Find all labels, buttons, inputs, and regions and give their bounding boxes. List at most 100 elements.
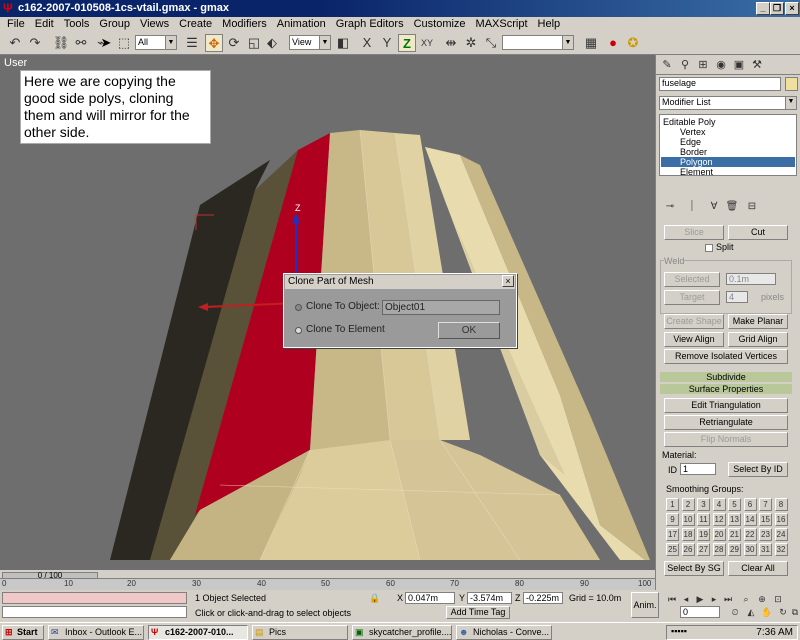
current-frame-field[interactable]: 0 <box>680 606 720 618</box>
smoothing-group-button[interactable]: 31 <box>759 543 772 556</box>
y-coord-field[interactable]: -3.574m <box>467 592 512 604</box>
utilities-tab-icon[interactable]: ⚒ <box>748 56 766 74</box>
menu-animation[interactable]: Animation <box>272 17 331 31</box>
user-viewport[interactable]: Z User Here we are copying the good side… <box>0 55 655 570</box>
clone-to-object-radio[interactable] <box>295 304 302 311</box>
split-checkbox[interactable] <box>705 244 713 252</box>
smoothing-group-button[interactable]: 21 <box>728 528 741 541</box>
subdivide-rollout[interactable]: Subdivide <box>660 372 792 382</box>
smoothing-group-button[interactable]: 17 <box>666 528 679 541</box>
animate-toggle[interactable]: Anim. <box>631 592 659 618</box>
z-coord-field[interactable]: -0.225m <box>523 592 563 604</box>
maxscript-input[interactable] <box>2 606 187 618</box>
menu-help[interactable]: Help <box>533 17 566 31</box>
select-by-id-button[interactable]: Select By ID <box>728 462 788 477</box>
restrict-x-icon[interactable]: X <box>358 34 376 52</box>
object-name-input[interactable]: fuselage <box>659 77 781 91</box>
smoothing-group-button[interactable]: 25 <box>666 543 679 556</box>
scale-flyout-icon[interactable]: ⬖ <box>263 34 281 52</box>
clone-to-element-radio[interactable] <box>295 327 302 334</box>
task-pics[interactable]: ▤ Pics <box>252 625 348 640</box>
maxscript-listener[interactable] <box>2 592 187 604</box>
dialog-close-button[interactable]: × <box>502 275 514 287</box>
align-icon[interactable]: ⤡ <box>482 34 500 52</box>
surface-properties-rollout[interactable]: Surface Properties <box>660 384 792 394</box>
create-shape-button[interactable]: Create Shape <box>664 314 724 329</box>
retriangulate-button[interactable]: Retriangulate <box>664 415 788 430</box>
smoothing-group-button[interactable]: 4 <box>712 498 726 511</box>
maximize-viewport-icon[interactable]: ⧉ <box>786 603 800 621</box>
unlink-icon[interactable]: ⚯ <box>72 34 90 52</box>
smoothing-group-button[interactable]: 19 <box>697 528 710 541</box>
modify-tab-icon[interactable]: ⚲ <box>676 56 694 74</box>
smoothing-group-button[interactable]: 30 <box>743 543 757 556</box>
smoothing-group-button[interactable]: 8 <box>774 498 788 511</box>
make-planar-button[interactable]: Make Planar <box>728 314 788 329</box>
smoothing-group-button[interactable]: 18 <box>681 528 695 541</box>
mirror-icon[interactable]: ⇹ <box>442 34 460 52</box>
menu-modifiers[interactable]: Modifiers <box>217 17 272 31</box>
smoothing-group-button[interactable]: 24 <box>774 528 788 541</box>
stack-item-border[interactable]: Border <box>680 147 707 157</box>
stack-item-polygon[interactable]: Polygon <box>680 157 713 167</box>
stack-item-element[interactable]: Element <box>680 167 713 177</box>
display-tab-icon[interactable]: ▣ <box>730 56 748 74</box>
make-unique-icon[interactable]: ∀ <box>705 198 723 216</box>
weld-target-button[interactable]: Target <box>664 290 720 305</box>
slice-button[interactable]: Slice <box>664 225 724 240</box>
smoothing-group-button[interactable]: 7 <box>759 498 772 511</box>
smoothing-group-button[interactable]: 3 <box>697 498 710 511</box>
array-icon[interactable]: ✲ <box>462 34 480 52</box>
material-id-field[interactable]: 1 <box>680 463 716 475</box>
render-icon[interactable]: ● <box>604 34 622 52</box>
smoothing-group-button[interactable]: 23 <box>759 528 772 541</box>
reference-coord-dropdown[interactable]: View ▼ <box>289 35 331 50</box>
menu-maxscript[interactable]: MAXScript <box>471 17 533 31</box>
named-selection-dropdown[interactable]: ▼ <box>502 35 574 50</box>
pin-stack-icon[interactable]: ⊸ <box>661 198 679 216</box>
select-by-name-icon[interactable]: ☰ <box>183 34 201 52</box>
lock-selection-icon[interactable]: 🔒 <box>366 591 384 605</box>
start-button[interactable]: ⊞ Start <box>2 625 44 640</box>
viewport-label[interactable]: User <box>4 57 27 69</box>
smoothing-group-button[interactable]: 27 <box>697 543 710 556</box>
smoothing-group-button[interactable]: 1 <box>666 498 679 511</box>
menu-customize[interactable]: Customize <box>409 17 471 31</box>
smoothing-group-button[interactable]: 16 <box>774 513 788 526</box>
smoothing-group-button[interactable]: 32 <box>774 543 788 556</box>
smoothing-group-button[interactable]: 22 <box>743 528 757 541</box>
x-coord-field[interactable]: 0.047m <box>405 592 455 604</box>
minimize-button[interactable]: _ <box>756 2 770 15</box>
track-bar[interactable]: 0 10 20 30 40 50 60 70 80 90 100 <box>0 578 655 590</box>
create-tab-icon[interactable]: ✎ <box>658 56 676 74</box>
smoothing-group-button[interactable]: 9 <box>666 513 679 526</box>
ok-button[interactable]: OK <box>438 322 500 339</box>
smoothing-group-button[interactable]: 2 <box>681 498 695 511</box>
cut-button[interactable]: Cut <box>728 225 788 240</box>
grid-align-button[interactable]: Grid Align <box>728 332 788 347</box>
link-icon[interactable]: ⛓ <box>52 34 70 52</box>
smoothing-group-button[interactable]: 14 <box>743 513 757 526</box>
pivot-icon[interactable]: ◧ <box>334 34 352 52</box>
edit-triangulation-button[interactable]: Edit Triangulation <box>664 398 788 413</box>
rotate-icon[interactable]: ⟳ <box>225 34 243 52</box>
task-outlook[interactable]: ✉ Inbox - Outlook E... <box>48 625 144 640</box>
stack-item-edge[interactable]: Edge <box>680 137 701 147</box>
select-arrow-icon[interactable]: ➤ <box>97 34 115 52</box>
modifier-list-dropdown[interactable]: Modifier List ▼ <box>659 96 797 110</box>
smoothing-group-button[interactable]: 5 <box>728 498 741 511</box>
show-end-result-icon[interactable]: ⏐ <box>683 198 701 216</box>
restrict-z-icon[interactable]: Z <box>398 34 416 52</box>
menu-file[interactable]: File <box>2 17 30 31</box>
smoothing-group-button[interactable]: 12 <box>712 513 726 526</box>
configure-sets-icon[interactable]: ⊟ <box>743 198 761 216</box>
add-time-tag-button[interactable]: Add Time Tag <box>446 606 510 619</box>
hierarchy-tab-icon[interactable]: ⊞ <box>694 56 712 74</box>
restrict-y-icon[interactable]: Y <box>378 34 396 52</box>
undo-icon[interactable]: ↶ <box>6 34 24 52</box>
close-button[interactable]: × <box>785 2 799 15</box>
target-pixels-field[interactable]: 4 <box>726 291 748 303</box>
select-region-icon[interactable]: ⬚ <box>115 34 133 52</box>
tray-icons[interactable]: ▪▪▪▪▪ <box>671 626 687 636</box>
smoothing-group-button[interactable]: 29 <box>728 543 741 556</box>
